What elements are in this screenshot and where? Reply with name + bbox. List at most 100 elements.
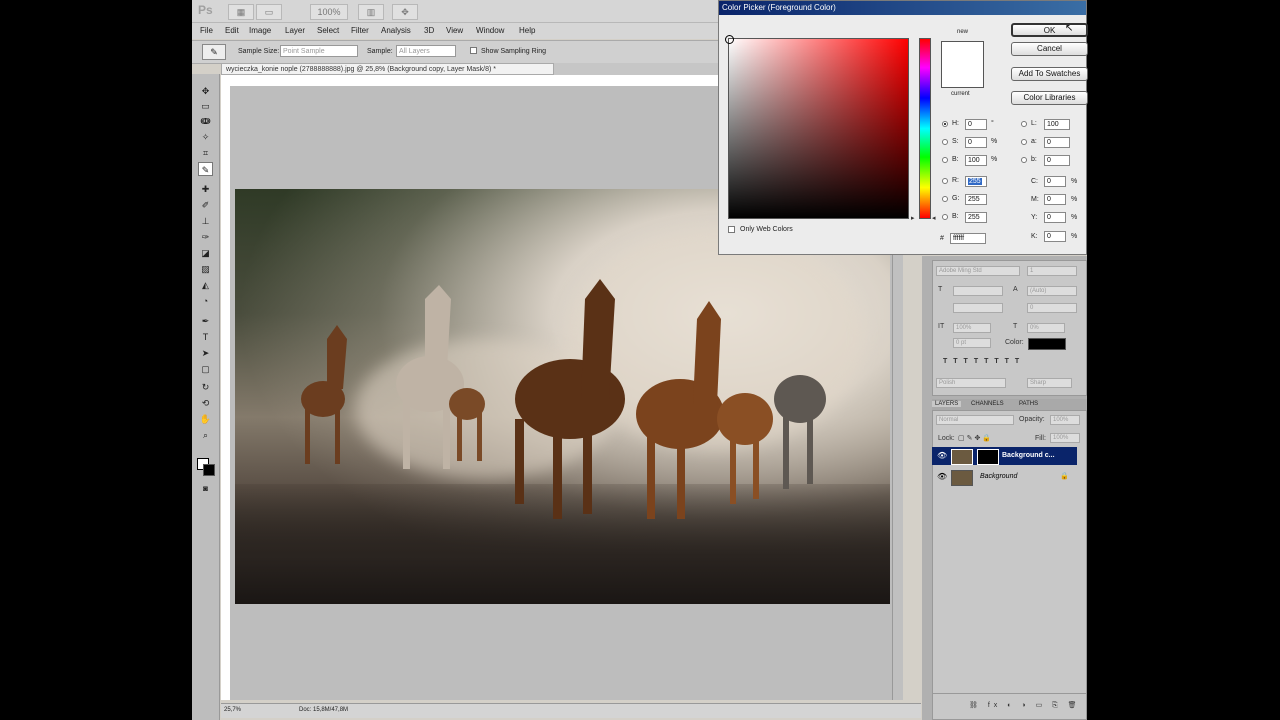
layer-name[interactable]: Background: [980, 473, 1017, 480]
layers-footer-buttons[interactable]: ⛓ fx ◐ ◑ ▭ ⎘ 🗑: [969, 701, 1081, 710]
hue-arrow-right-icon[interactable]: ◂: [932, 214, 936, 222]
menu-image[interactable]: Image: [249, 26, 271, 35]
hue-slider[interactable]: [919, 38, 931, 219]
red-field[interactable]: 255: [965, 176, 987, 187]
leading-field[interactable]: (Auto): [1027, 286, 1077, 296]
clone-stamp-tool-icon[interactable]: ⊥: [198, 214, 213, 228]
vertical-scale-field[interactable]: 100%: [953, 323, 991, 333]
font-size-field[interactable]: [953, 286, 1003, 296]
menu-edit[interactable]: Edit: [225, 26, 239, 35]
shape-tool-icon[interactable]: ▢: [198, 362, 213, 376]
lasso-tool-icon[interactable]: ↈ: [198, 114, 213, 128]
brightness-radio[interactable]: [942, 157, 948, 163]
color-selector-circle[interactable]: [725, 35, 734, 44]
brush-tool-icon[interactable]: ✐: [198, 198, 213, 212]
lock-icons[interactable]: ▢✎✥🔒: [958, 434, 993, 442]
type-tool-icon[interactable]: T: [198, 330, 213, 344]
tab-paths[interactable]: PATHS: [1016, 401, 1041, 407]
dodge-tool-icon[interactable]: ◔: [198, 294, 213, 308]
hand-tool-icon[interactable]: ✋: [198, 412, 213, 426]
tab-layers[interactable]: LAYERS: [932, 401, 962, 407]
arrange-documents-button[interactable]: ▥: [358, 4, 384, 20]
menu-view[interactable]: View: [446, 26, 463, 35]
blue-radio[interactable]: [942, 214, 948, 220]
document-tab[interactable]: wycieczka_konie nople (2788888888).jpg @…: [221, 63, 554, 75]
green-field[interactable]: 255: [965, 194, 987, 205]
magenta-field[interactable]: 0: [1044, 194, 1066, 205]
background-color-swatch[interactable]: [203, 464, 215, 476]
baseline-shift-field[interactable]: 0 pt: [953, 338, 991, 348]
3d-orbit-tool-icon[interactable]: ⟲: [198, 396, 213, 410]
text-style-buttons[interactable]: TTTTTTTT: [943, 358, 1025, 365]
zoom-tool-icon[interactable]: ⌕: [198, 428, 213, 442]
blue-field[interactable]: 255: [965, 212, 987, 223]
sample-size-select[interactable]: Point Sample: [280, 45, 358, 57]
blend-mode-select[interactable]: Normal: [936, 415, 1014, 425]
lab-l-field[interactable]: 100: [1044, 119, 1070, 130]
saturation-radio[interactable]: [942, 139, 948, 145]
gradient-tool-icon[interactable]: ▨: [198, 262, 213, 276]
visibility-eye-icon[interactable]: 👁: [937, 451, 947, 460]
quick-select-tool-icon[interactable]: ✧: [198, 130, 213, 144]
ok-button[interactable]: OK: [1011, 23, 1088, 37]
menu-select[interactable]: Select: [317, 26, 339, 35]
tracking-field[interactable]: 0: [1027, 303, 1077, 313]
font-family-select[interactable]: Adobe Ming Std: [936, 266, 1020, 276]
eyedropper-icon[interactable]: ✎: [202, 44, 226, 60]
yellow-field[interactable]: 0: [1044, 212, 1066, 223]
menu-analysis[interactable]: Analysis: [381, 26, 411, 35]
saturation-field[interactable]: 0: [965, 137, 987, 148]
hex-field[interactable]: ffffff: [950, 233, 986, 244]
menu-file[interactable]: File: [200, 26, 213, 35]
layer-row[interactable]: 👁 Background 🔒: [932, 468, 1077, 486]
view-extras-button[interactable]: ▭: [256, 4, 282, 20]
green-radio[interactable]: [942, 196, 948, 202]
layer-mask-thumbnail[interactable]: [977, 449, 999, 465]
fill-field[interactable]: 100%: [1050, 433, 1080, 443]
lab-l-radio[interactable]: [1021, 121, 1027, 127]
blur-tool-icon[interactable]: ◭: [198, 278, 213, 292]
history-brush-tool-icon[interactable]: ✑: [198, 230, 213, 244]
opacity-field[interactable]: 100%: [1050, 415, 1080, 425]
healing-brush-tool-icon[interactable]: ✚: [198, 182, 213, 196]
lab-b-field[interactable]: 0: [1044, 155, 1070, 166]
eraser-tool-icon[interactable]: ◪: [198, 246, 213, 260]
antialias-select[interactable]: Sharp: [1027, 378, 1072, 388]
red-radio[interactable]: [942, 178, 948, 184]
marquee-tool-icon[interactable]: ▭: [198, 99, 213, 113]
crop-tool-icon[interactable]: ⌗: [198, 146, 213, 160]
lab-b-radio[interactable]: [1021, 157, 1027, 163]
brightness-field[interactable]: 100: [965, 155, 987, 166]
quick-mask-icon[interactable]: ◙: [198, 482, 213, 496]
zoom-level[interactable]: 25,7%: [224, 707, 241, 713]
cancel-button[interactable]: Cancel: [1011, 42, 1088, 56]
move-tool-icon[interactable]: ✥: [198, 84, 213, 98]
sample-select[interactable]: All Layers: [396, 45, 456, 57]
color-libraries-button[interactable]: Color Libraries: [1011, 91, 1088, 105]
lab-a-field[interactable]: 0: [1044, 137, 1070, 148]
pen-tool-icon[interactable]: ✒: [198, 314, 213, 328]
add-to-swatches-button[interactable]: Add To Swatches: [1011, 67, 1088, 81]
black-field[interactable]: 0: [1044, 231, 1066, 242]
language-select[interactable]: Polish: [936, 378, 1006, 388]
lab-a-radio[interactable]: [1021, 139, 1027, 145]
3d-rotate-tool-icon[interactable]: ↻: [198, 380, 213, 394]
text-color-swatch[interactable]: [1028, 338, 1066, 350]
hue-arrow-left-icon[interactable]: ▸: [911, 214, 915, 222]
zoom-level-button[interactable]: 100%: [310, 4, 348, 20]
saturation-brightness-field[interactable]: [725, 35, 909, 219]
hue-field[interactable]: 0: [965, 119, 987, 130]
only-web-colors-checkbox[interactable]: [728, 226, 735, 233]
font-style-select[interactable]: 1: [1027, 266, 1077, 276]
horizontal-scale-field[interactable]: 0%: [1027, 323, 1065, 333]
menu-window[interactable]: Window: [476, 26, 504, 35]
tab-channels[interactable]: CHANNELS: [968, 401, 1007, 407]
kerning-field[interactable]: [953, 303, 1003, 313]
menu-layer[interactable]: Layer: [285, 26, 305, 35]
menu-3d[interactable]: 3D: [424, 26, 434, 35]
hue-radio[interactable]: [942, 121, 948, 127]
visibility-eye-icon[interactable]: 👁: [937, 472, 947, 481]
cyan-field[interactable]: 0: [1044, 176, 1066, 187]
launch-bridge-button[interactable]: ▦: [228, 4, 254, 20]
show-sampling-ring-checkbox[interactable]: [470, 47, 477, 54]
